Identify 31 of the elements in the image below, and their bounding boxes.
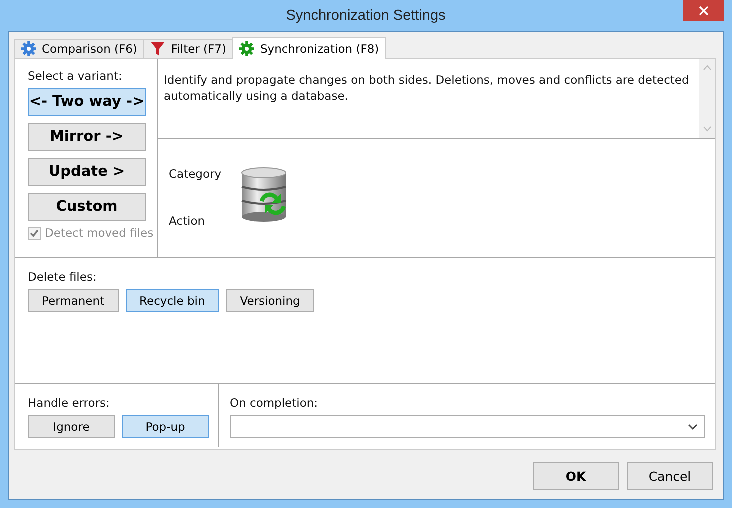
close-icon: [698, 6, 708, 16]
scrollbar[interactable]: [699, 59, 715, 138]
delete-files-label: Delete files:: [28, 270, 98, 284]
variant-button[interactable]: Mirror ->: [28, 123, 146, 151]
delete-option-button[interactable]: Versioning: [226, 289, 314, 312]
window-title: Synchronization Settings: [286, 8, 446, 24]
variant-button[interactable]: Custom: [28, 193, 146, 221]
scroll-down-icon: [702, 126, 712, 132]
handle-errors-label: Handle errors:: [28, 396, 111, 410]
gear-icon: [239, 40, 256, 56]
tab[interactable]: Synchronization (F8): [232, 37, 386, 59]
scroll-up-icon: [702, 65, 712, 71]
on-completion-dropdown[interactable]: [230, 415, 705, 438]
error-option-button[interactable]: Pop-up: [122, 415, 209, 438]
variant-button[interactable]: <- Two way ->: [28, 88, 146, 116]
delete-option-button[interactable]: Permanent: [28, 289, 119, 312]
tab[interactable]: Comparison (F6): [14, 39, 144, 58]
dropdown-caret-icon: [688, 424, 698, 430]
close-button[interactable]: [683, 0, 724, 21]
checkmark-icon: [29, 228, 40, 238]
description-text: Identify and propagate changes on both sides. Deletions, moves and conflicts are detected automatically using a database.: [163, 72, 690, 105]
delete-option-button[interactable]: Recycle bin: [126, 289, 220, 312]
tab[interactable]: Filter (F7): [143, 39, 234, 58]
variant-button[interactable]: Update >: [28, 158, 146, 186]
dialog-button[interactable]: OK: [533, 462, 619, 490]
category-label: Category: [169, 167, 222, 181]
dialog-button[interactable]: Cancel: [627, 462, 713, 490]
action-label: Action: [169, 214, 206, 228]
variant-label: Select a variant:: [28, 69, 124, 83]
on-completion-label: On completion:: [230, 396, 320, 410]
error-option-button[interactable]: Ignore: [28, 415, 115, 438]
